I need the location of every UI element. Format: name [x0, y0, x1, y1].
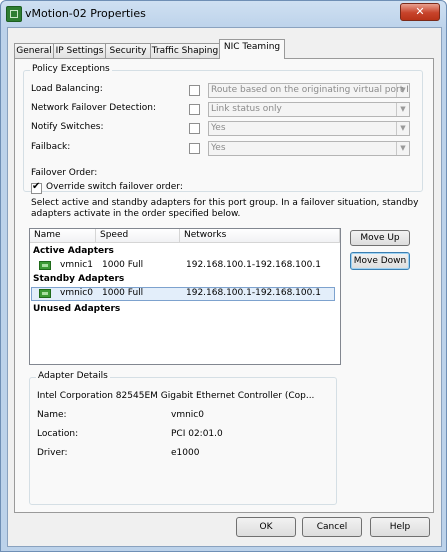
title-bar: vMotion-02 Properties ✕: [1, 1, 446, 27]
move-up-button[interactable]: Move Up: [350, 230, 410, 246]
nic-teaming-panel: Policy Exceptions Load Balancing: Route …: [14, 58, 434, 513]
adapter-networks: 192.168.100.1-192.168.100.1: [186, 288, 321, 298]
failover-description-line1: Select active and standby adapters for t…: [31, 198, 419, 208]
adapter-location-label: Location:: [37, 429, 79, 439]
column-header-networks[interactable]: Networks: [180, 229, 340, 243]
notify-switches-select[interactable]: Yes ▼: [208, 121, 410, 136]
network-failover-detection-checkbox[interactable]: [189, 104, 200, 115]
failback-checkbox[interactable]: [189, 143, 200, 154]
tab-traffic-shaping[interactable]: Traffic Shaping: [150, 43, 220, 58]
failover-order-label: Failover Order:: [31, 168, 98, 178]
tab-ip-settings[interactable]: IP Settings: [53, 43, 106, 58]
adapter-name: vmnic0: [60, 288, 93, 298]
network-adapter-icon: [39, 261, 51, 270]
active-adapters-header: Active Adapters: [33, 246, 114, 256]
network-failover-detection-select[interactable]: Link status only ▼: [208, 102, 410, 117]
notify-switches-label: Notify Switches:: [31, 122, 104, 132]
tab-security[interactable]: Security: [105, 43, 151, 58]
help-button[interactable]: Help: [370, 517, 430, 537]
notify-switches-checkbox[interactable]: [189, 123, 200, 134]
chevron-down-icon: ▼: [396, 103, 409, 116]
column-header-name[interactable]: Name: [30, 229, 96, 243]
close-button[interactable]: ✕: [400, 3, 440, 21]
chevron-down-icon: ▼: [396, 142, 409, 155]
load-balancing-value: Route based on the originating virtual p…: [211, 85, 410, 95]
vsphere-app-icon: [6, 6, 22, 22]
adapter-name-label: Name:: [37, 410, 67, 420]
adapter-details-title: Adapter Details: [36, 371, 110, 381]
adapter-name-value: vmnic0: [171, 410, 204, 420]
adapter-row-vmnic1[interactable]: vmnic1 1000 Full 192.168.100.1-192.168.1…: [31, 259, 335, 273]
move-down-button[interactable]: Move Down: [350, 252, 410, 270]
dialog-body: General IP Settings Security Traffic Sha…: [7, 27, 442, 547]
tab-nic-teaming[interactable]: NIC Teaming: [219, 39, 285, 59]
chevron-down-icon: ▼: [396, 84, 409, 97]
override-failover-order-checkbox[interactable]: [31, 181, 42, 194]
adapter-networks: 192.168.100.1-192.168.100.1: [186, 260, 321, 270]
adapter-description: Intel Corporation 82545EM Gigabit Ethern…: [37, 391, 315, 401]
tab-general[interactable]: General: [14, 43, 54, 58]
properties-window: vMotion-02 Properties ✕ General IP Setti…: [0, 0, 447, 552]
unused-adapters-header: Unused Adapters: [33, 304, 121, 314]
policy-exceptions-title: Policy Exceptions: [30, 64, 112, 74]
cancel-button[interactable]: Cancel: [302, 517, 362, 537]
failover-description-line2: adapters activate in the order specified…: [31, 209, 241, 219]
failback-select[interactable]: Yes ▼: [208, 141, 410, 156]
window-title: vMotion-02 Properties: [25, 7, 146, 20]
failback-value: Yes: [211, 143, 226, 153]
adapter-driver-label: Driver:: [37, 448, 68, 458]
standby-adapters-header: Standby Adapters: [33, 274, 125, 284]
load-balancing-label: Load Balancing:: [31, 84, 103, 94]
network-failover-detection-label: Network Failover Detection:: [31, 103, 156, 113]
adapter-driver-value: e1000: [171, 448, 200, 458]
ok-button[interactable]: OK: [236, 517, 296, 537]
adapter-speed: 1000 Full: [102, 288, 144, 298]
adapter-name: vmnic1: [60, 260, 93, 270]
chevron-down-icon: ▼: [396, 122, 409, 135]
load-balancing-checkbox[interactable]: [189, 85, 200, 96]
adapter-row-vmnic0[interactable]: vmnic0 1000 Full 192.168.100.1-192.168.1…: [31, 287, 335, 301]
adapter-speed: 1000 Full: [102, 260, 144, 270]
network-adapter-icon: [39, 289, 51, 298]
notify-switches-value: Yes: [211, 123, 226, 133]
adapter-list[interactable]: Name Speed Networks Active Adapters vmni…: [29, 228, 341, 365]
override-failover-order-label: Override switch failover order:: [46, 182, 183, 192]
failback-label: Failback:: [31, 142, 71, 152]
load-balancing-select[interactable]: Route based on the originating virtual p…: [208, 83, 410, 98]
column-header-speed[interactable]: Speed: [96, 229, 180, 243]
network-failover-detection-value: Link status only: [211, 104, 282, 114]
adapter-location-value: PCI 02:01.0: [171, 429, 223, 439]
